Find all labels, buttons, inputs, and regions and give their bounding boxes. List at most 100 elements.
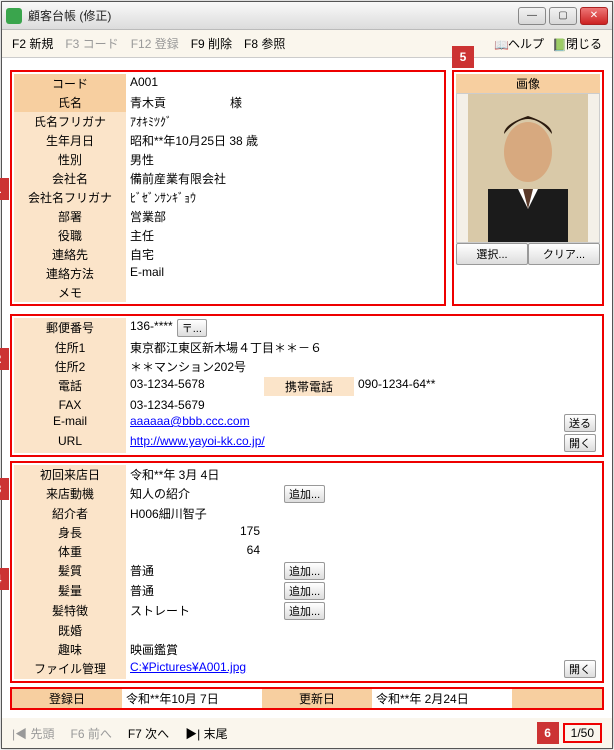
nav-next[interactable]: F7 次へ (128, 725, 169, 742)
marker-6: 6 (537, 722, 559, 744)
value-code[interactable]: A001 (130, 75, 158, 92)
label-addr1: 住所1 (14, 338, 126, 357)
value-intro[interactable]: H006細川智子 (130, 505, 207, 522)
label-height: 身長 (14, 523, 126, 542)
value-title[interactable]: 主任 (130, 227, 154, 244)
label-mobile: 携帯電話 (264, 377, 354, 396)
value-addr2[interactable]: ＊＊マンション202号 (130, 358, 246, 375)
value-dept[interactable]: 営業部 (130, 208, 166, 225)
value-height[interactable]: 175 (130, 524, 260, 541)
marker-5: 5 (452, 46, 474, 68)
value-motive[interactable]: 知人の紹介 (130, 485, 280, 503)
value-upddate: 令和**年 2月24日 (372, 689, 512, 708)
label-addr2: 住所2 (14, 357, 126, 376)
nav-first: |◀ 先頭 (12, 725, 54, 742)
label-motive: 来店動機 (14, 484, 126, 504)
image-select-button[interactable]: 選択... (456, 243, 528, 265)
label-dept: 部署 (14, 207, 126, 226)
close-button[interactable]: ✕ (580, 7, 608, 25)
label-birth: 生年月日 (14, 131, 126, 150)
value-file[interactable]: C:¥Pictures¥A001.jpg (130, 660, 246, 678)
help-button[interactable]: 📖ヘルプ (494, 35, 544, 52)
group-visit: 初回来店日令和**年 3月 4日 来店動機知人の紹介追加... 紹介者H006細… (10, 461, 604, 683)
open-url-button[interactable]: 開く (564, 434, 596, 452)
label-memo: メモ (14, 283, 126, 302)
label-hairv: 髪量 (14, 581, 126, 601)
value-method[interactable]: E-mail (130, 265, 164, 282)
tb-f9-delete[interactable]: F9 削除 (191, 35, 232, 52)
close-icon: 📗 (552, 38, 566, 52)
value-addr1[interactable]: 東京都江東区新木場４丁目＊＊－６ (130, 339, 322, 356)
value-regdate: 令和**年10月 7日 (122, 689, 262, 708)
label-company-kana: 会社名フリガナ (14, 188, 126, 207)
value-email[interactable]: aaaaaa@bbb.ccc.com (130, 414, 250, 432)
label-hairc: 髪特徴 (14, 601, 126, 621)
label-company: 会社名 (14, 169, 126, 188)
last-icon: ▶| (185, 727, 200, 741)
nav-prev: F6 前へ (70, 725, 111, 742)
label-tel: 電話 (14, 376, 126, 397)
label-upddate: 更新日 (262, 689, 372, 708)
zip-button[interactable]: 〒... (177, 319, 207, 337)
label-weight: 体重 (14, 542, 126, 561)
add-hq-button[interactable]: 追加... (284, 562, 325, 580)
image-clear-button[interactable]: クリア... (528, 243, 600, 265)
value-firstvisit[interactable]: 令和**年 3月 4日 (130, 466, 219, 483)
add-motive-button[interactable]: 追加... (284, 485, 325, 503)
value-hairq[interactable]: 普通 (130, 562, 280, 580)
value-hairc[interactable]: ストレート (130, 602, 280, 620)
close-tool-button[interactable]: 📗閉じる (552, 35, 602, 52)
tb-f2-new[interactable]: F2 新規 (12, 35, 53, 52)
image-panel: 画像 選択... クリア... (452, 70, 604, 306)
window-title: 顧客台帳 (修正) (28, 7, 111, 24)
label-firstvisit: 初回来店日 (14, 465, 126, 484)
send-button[interactable]: 送る (564, 414, 596, 432)
tb-f8-ref[interactable]: F8 参照 (244, 35, 285, 52)
minimize-button[interactable]: — (518, 7, 546, 25)
value-kana[interactable]: ｱｵｷﾐﾂｸﾞ (130, 113, 172, 130)
maximize-button[interactable]: ▢ (549, 7, 577, 25)
label-intro: 紹介者 (14, 504, 126, 523)
app-window: 顧客台帳 (修正) — ▢ ✕ F2 新規 F3 コード F12 登録 F9 削… (1, 1, 613, 749)
value-birth[interactable]: 昭和**年10月25日 38 歳 (130, 132, 258, 149)
label-regdate: 登録日 (12, 689, 122, 708)
marker-1: 1 (0, 178, 9, 200)
open-file-button[interactable]: 開く (564, 660, 596, 678)
value-company[interactable]: 備前産業有限会社 (130, 170, 226, 187)
add-hv-button[interactable]: 追加... (284, 582, 325, 600)
value-company-kana[interactable]: ﾋﾞｾﾞﾝｻﾝｷﾞｮｳ (130, 189, 196, 206)
value-contact[interactable]: 自宅 (130, 246, 154, 263)
label-zip: 郵便番号 (14, 318, 126, 338)
value-mobile[interactable]: 090-1234-64** (358, 377, 435, 396)
add-hc-button[interactable]: 追加... (284, 602, 325, 620)
label-hobby: 趣味 (14, 640, 126, 659)
value-hobby[interactable]: 映画鑑賞 (130, 641, 178, 658)
value-weight[interactable]: 64 (130, 543, 260, 560)
honorific: 様 (230, 94, 242, 111)
value-name[interactable]: 青木貢 (130, 94, 166, 111)
label-url: URL (14, 433, 126, 453)
marker-3: 3 (0, 478, 9, 500)
value-fax[interactable]: 03-1234-5679 (130, 398, 205, 412)
toolbar: F2 新規 F3 コード F12 登録 F9 削除 F8 参照 📖ヘルプ 📗閉じ… (2, 30, 612, 58)
value-sex[interactable]: 男性 (130, 151, 154, 168)
group-dates: 登録日 令和**年10月 7日 更新日 令和**年 2月24日 (10, 687, 604, 710)
label-contact: 連絡先 (14, 245, 126, 264)
value-url[interactable]: http://www.yayoi-kk.co.jp/ (130, 434, 265, 452)
label-method: 連絡方法 (14, 264, 126, 283)
label-hairq: 髪質 (14, 561, 126, 581)
value-tel[interactable]: 03-1234-5678 (130, 377, 260, 396)
tb-f12-register: F12 登録 (131, 35, 179, 52)
nav-last[interactable]: ▶| 末尾 (185, 725, 227, 742)
label-name: 氏名 (14, 93, 126, 112)
label-file: ファイル管理 (14, 659, 126, 679)
label-fax: FAX (14, 397, 126, 413)
marker-4: 4 (0, 568, 9, 590)
portrait (468, 94, 588, 242)
value-hairv[interactable]: 普通 (130, 582, 280, 600)
label-email: E-mail (14, 413, 126, 433)
image-header: 画像 (456, 74, 600, 93)
value-zip[interactable]: 136-**** (130, 319, 173, 337)
marker-2: 2 (0, 348, 9, 370)
photo-placeholder (468, 94, 588, 242)
